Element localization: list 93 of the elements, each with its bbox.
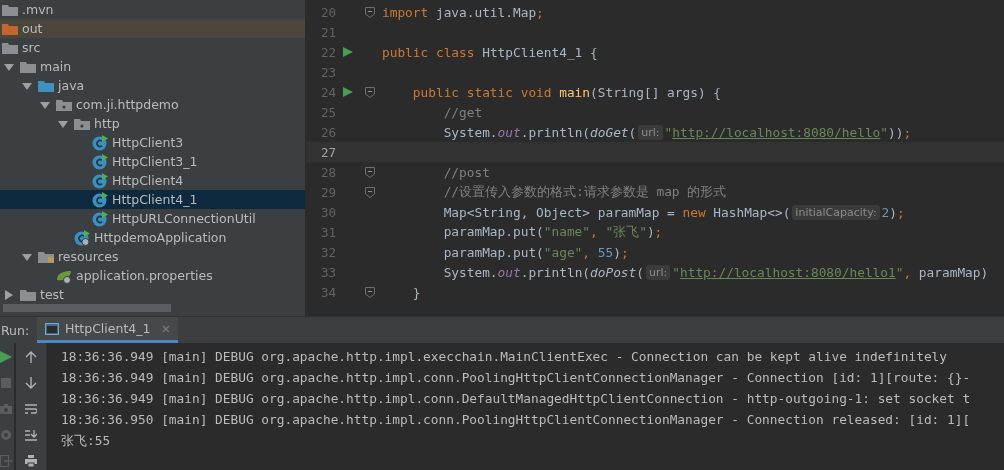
scroll-to-end-icon[interactable] <box>25 429 37 441</box>
console-line: 18:36:36.950 [main] DEBUG org.apache.http.impl.conn.PoolingHttpClientConnectionManager - Connection released: [id: 1][ <box>61 411 971 429</box>
line-number: 27 <box>319 144 336 160</box>
expanded-arrow-icon[interactable] <box>22 80 32 91</box>
run-icon[interactable] <box>343 47 353 57</box>
tree-item[interactable]: java <box>58 78 85 93</box>
code-text: "http://localhost:8080/hello1", paramMap) <box>672 264 989 280</box>
folder-icon <box>20 59 36 74</box>
tree-item[interactable]: HttpClient4 <box>112 173 184 188</box>
line-number: 34 <box>319 284 336 300</box>
collapsed-arrow-icon[interactable] <box>4 289 14 300</box>
line-number: 26 <box>319 124 336 140</box>
console-line: 18:36:36.949 [main] DEBUG org.apache.http.impl.execchain.MainClientExec - Connection can be kept alive indefinitely <box>61 348 948 366</box>
line-number: 21 <box>319 24 336 40</box>
package-icon <box>56 97 72 112</box>
print-icon[interactable] <box>25 455 37 467</box>
url-link[interactable]: http://localhost:8080/hello1 <box>680 264 896 280</box>
down-arrow-icon[interactable] <box>25 377 37 389</box>
code-text: //设置传入参数的格式:请求参数是 map 的形式 <box>442 183 727 201</box>
console-line: 18:36:36.949 [main] DEBUG org.apache.http.impl.conn.DefaultManagedHttpClientConnection - http-outgoing-1: set socket t <box>61 390 971 408</box>
expanded-arrow-icon[interactable] <box>40 99 50 110</box>
tree-item[interactable]: .mvn <box>22 2 54 17</box>
run-icon[interactable] <box>343 87 353 97</box>
fold-icon[interactable] <box>365 6 375 18</box>
class-icon <box>92 172 108 189</box>
tree-item[interactable]: HttpURLConnectionUtil <box>112 211 256 226</box>
folder-icon <box>20 287 36 302</box>
code-text: Map<String, Object> paramMap = new HashMap<>( <box>442 204 791 220</box>
class-icon <box>74 229 90 246</box>
tree-item[interactable]: HttpClient3 <box>112 135 184 150</box>
tree-item[interactable]: out <box>22 21 43 36</box>
folder-icon <box>38 78 54 93</box>
console-line: 张飞:55 <box>61 432 112 450</box>
package-icon <box>74 116 90 131</box>
expanded-arrow-icon[interactable] <box>22 251 32 262</box>
tree-item[interactable]: com.ji.httpdemo <box>76 97 179 112</box>
tree-item[interactable]: HttpdemoApplication <box>94 230 227 245</box>
tree-item[interactable]: HttpClient3_1 <box>112 154 198 169</box>
tree-item[interactable]: test <box>40 287 64 302</box>
up-arrow-icon[interactable] <box>25 351 37 363</box>
fold-icon[interactable] <box>365 86 375 98</box>
line-number: 22 <box>319 44 336 60</box>
fold-icon[interactable] <box>365 166 375 178</box>
console-icon <box>45 322 59 335</box>
class-icon <box>92 210 108 227</box>
folder-icon <box>2 40 18 55</box>
tree-item[interactable]: http <box>94 116 120 131</box>
class-icon <box>92 153 108 170</box>
tree-item[interactable]: main <box>40 59 72 74</box>
scrollbar-thumb[interactable] <box>3 304 171 312</box>
code-text: System.out.println(doPost( <box>442 264 644 280</box>
line-number: 30 <box>319 204 336 220</box>
line-number: 31 <box>319 224 336 240</box>
folder-icon <box>2 2 18 17</box>
expanded-arrow-icon[interactable] <box>58 118 68 129</box>
code-text: //get <box>442 104 483 120</box>
line-number: 28 <box>319 164 336 180</box>
code-text: paramMap.put("name", "张飞"); <box>442 223 663 241</box>
expanded-arrow-icon[interactable] <box>4 61 14 72</box>
run-tab[interactable]: HttpClient4_1 <box>37 317 179 343</box>
class-icon <box>92 191 108 208</box>
inlay-hint: url: <box>646 264 671 280</box>
line-number: 23 <box>319 64 336 80</box>
code-text: public class HttpClient4_1 { <box>382 44 598 60</box>
inlay-hint: url: <box>638 124 663 140</box>
soft-wrap-icon[interactable] <box>25 403 37 415</box>
code-text: 2); <box>881 204 905 220</box>
run-label: Run: <box>0 321 31 340</box>
class-icon <box>92 134 108 151</box>
fold-icon[interactable] <box>365 186 375 198</box>
code-text: //post <box>442 164 490 180</box>
line-number: 20 <box>319 4 336 20</box>
console-line: 18:36:36.949 [main] DEBUG org.apache.http.impl.conn.PoolingHttpClientConnectionManager - Connection [id: 1][route: {}- <box>61 369 971 387</box>
tree-item[interactable]: resources <box>58 249 119 264</box>
code-text: System.out.println(doGet( <box>442 124 637 140</box>
line-number: 25 <box>319 104 336 120</box>
code-text: paramMap.put("age", 55); <box>442 244 629 260</box>
line-number: 32 <box>319 244 336 260</box>
code-text: public static void main(String[] args) { <box>411 84 721 100</box>
inlay-hint: initialCapacity: <box>792 204 880 220</box>
url-link[interactable]: http://localhost:8080/hello <box>672 124 881 140</box>
fold-icon[interactable] <box>365 286 375 298</box>
folder-icon <box>38 249 54 264</box>
code-text: } <box>411 284 421 300</box>
tree-item[interactable]: application.properties <box>76 268 213 283</box>
code-text: import java.util.Map; <box>382 4 544 20</box>
rerun-icon[interactable] <box>0 351 12 363</box>
line-number: 33 <box>319 264 336 280</box>
tree-item[interactable]: src <box>22 40 41 55</box>
line-number: 29 <box>319 184 336 200</box>
line-number: 24 <box>319 84 336 100</box>
code-text: "http://localhost:8080/hello")); <box>664 124 912 140</box>
folder-icon <box>2 21 18 36</box>
